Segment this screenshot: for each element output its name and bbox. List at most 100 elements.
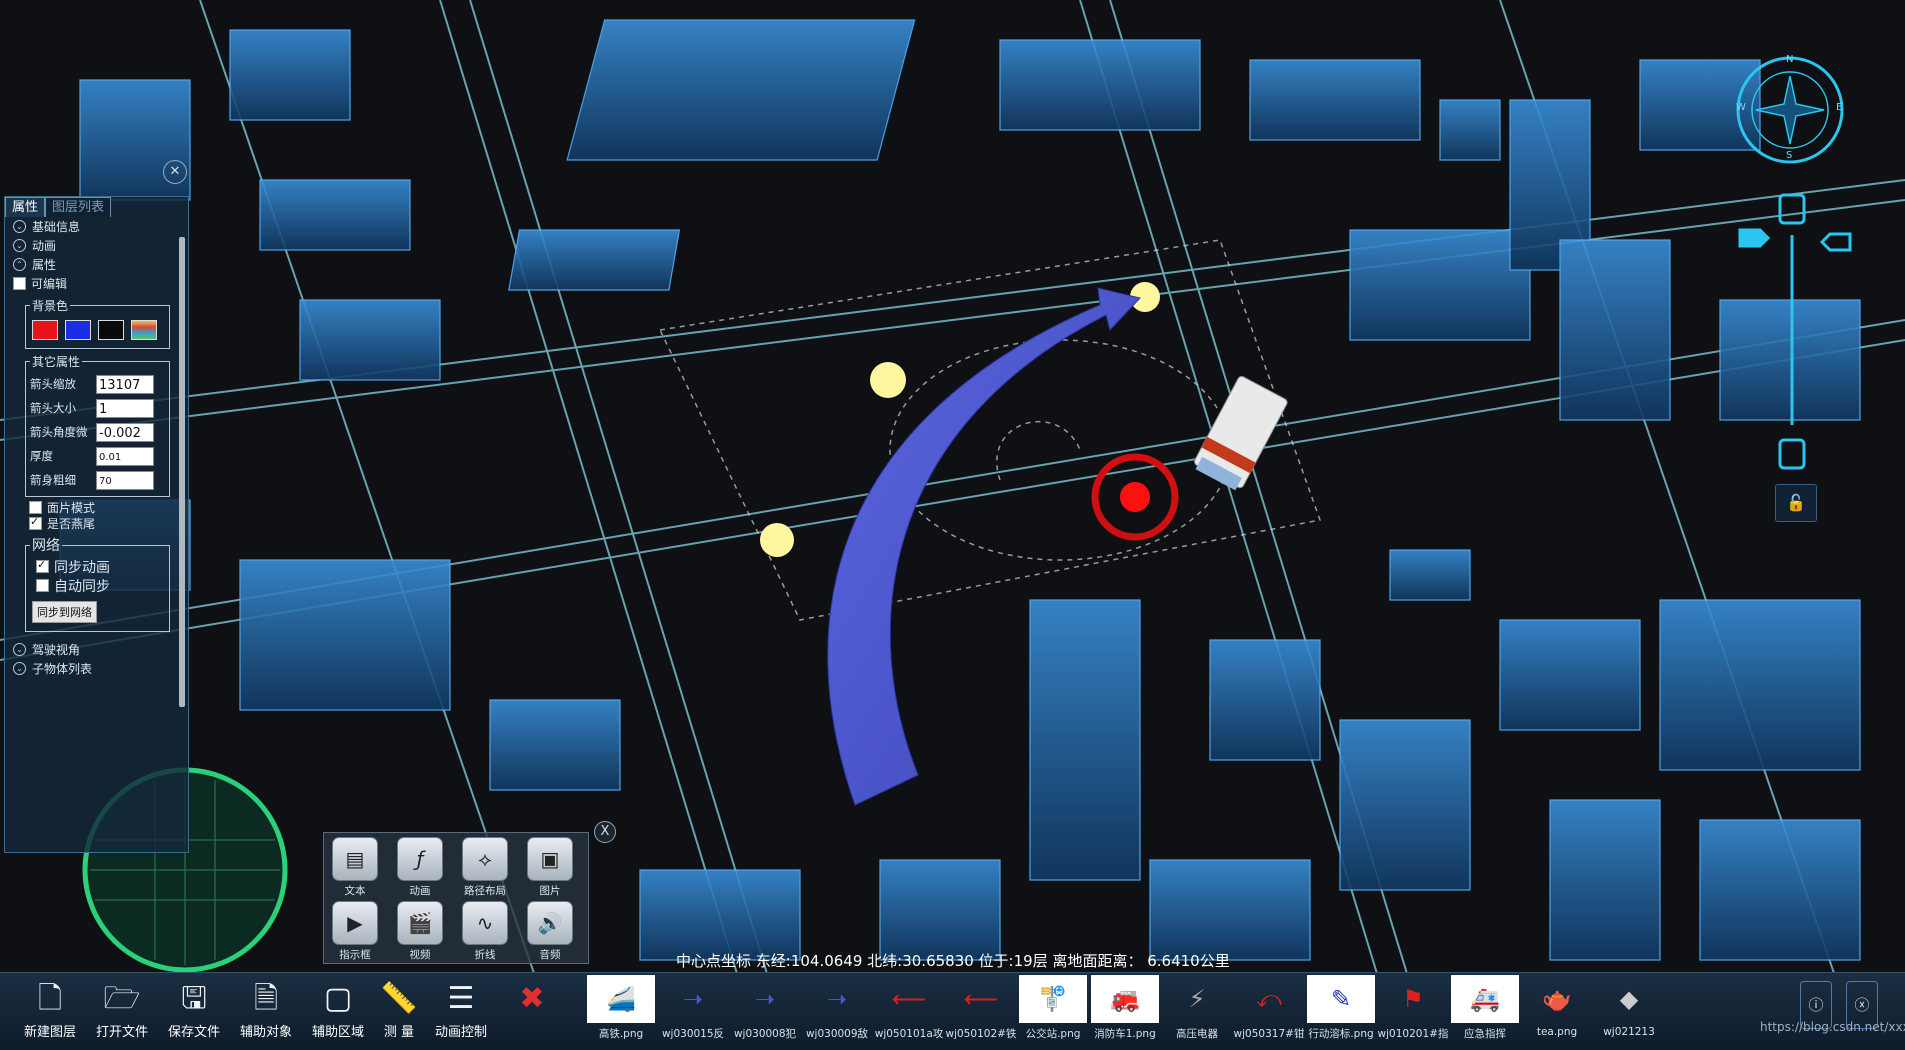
sync-animation-row[interactable]: 同步动画 bbox=[30, 557, 165, 576]
tab-properties[interactable]: 属性 bbox=[5, 197, 46, 217]
thickness-input[interactable]: 0.01 bbox=[96, 446, 154, 466]
section-basic[interactable]: ⌄ 基础信息 bbox=[5, 217, 188, 236]
section-children[interactable]: ⌄ 子物体列表 bbox=[5, 659, 188, 678]
animation-icon: ƒ bbox=[397, 837, 443, 881]
palette-polyline[interactable]: ∿ 折线 bbox=[456, 899, 514, 961]
thumb-item[interactable]: ✎ 行动溶标.png bbox=[1305, 973, 1377, 1041]
measure-button[interactable]: 📏 测 量 bbox=[364, 977, 434, 1040]
editable-row[interactable]: 可编辑 bbox=[5, 274, 188, 293]
body-width-input[interactable]: 70 bbox=[96, 470, 154, 490]
tool-palette: ▤ 文本 ƒ 动画 ⟡ 路径布局 ▣ 图片 ▶ 指示框 🎬 视频 ∿ 折线 🔊 音频 bbox=[323, 832, 589, 964]
palette-close-button[interactable]: X bbox=[594, 821, 616, 843]
compass[interactable]: N S E W bbox=[1736, 54, 1842, 162]
arrow-scale-label: 箭头缩放 bbox=[30, 377, 76, 391]
background-color-legend: 背景色 bbox=[32, 299, 69, 313]
fire-truck-icon: 🚒 bbox=[1091, 975, 1159, 1023]
indicator-icon: ▶ bbox=[332, 901, 378, 945]
thumb-item[interactable]: ◆ wj021213 bbox=[1593, 973, 1665, 1038]
swatch-palette[interactable] bbox=[131, 320, 157, 340]
palette-picture[interactable]: ▣ 图片 bbox=[521, 835, 579, 897]
thumb-item[interactable]: 🚒 消防车1.png bbox=[1089, 973, 1161, 1041]
video-icon: 🎬 bbox=[397, 901, 443, 945]
section-drive-view[interactable]: ⌄ 驾驶视角 bbox=[5, 640, 188, 659]
thumb-item[interactable]: ⤺ wj050317#钳 bbox=[1233, 973, 1305, 1041]
ruler-icon: 📏 bbox=[380, 981, 418, 1016]
new-layer-button[interactable]: 🗋 新建图层 bbox=[15, 977, 85, 1040]
arrow-icon: ⟵ bbox=[891, 985, 927, 1013]
collapse-icon: ⌃ bbox=[13, 258, 26, 271]
teapot-icon: 🫖 bbox=[1542, 985, 1572, 1013]
thumb-item[interactable]: ⟵ wj050101a攻 bbox=[873, 973, 945, 1041]
panel-scrollbar[interactable] bbox=[179, 237, 185, 707]
image-mode-checkbox[interactable] bbox=[29, 500, 42, 514]
helper-area-button[interactable]: ▢ 辅助区域 bbox=[303, 977, 373, 1040]
thumb-item[interactable]: ⟵ wj050102#铁 bbox=[945, 973, 1017, 1041]
compass-w: W bbox=[1736, 102, 1746, 113]
panel-tabs: 属性 图层列表 bbox=[5, 197, 188, 217]
expand-icon: ⌄ bbox=[13, 662, 26, 675]
lock-button[interactable]: 🔓 bbox=[1775, 484, 1817, 522]
arrow-icon: ➝ bbox=[682, 985, 704, 1013]
image-mode-row[interactable]: 面片模式 bbox=[5, 499, 188, 515]
thumb-item[interactable]: ⚑ wj010201#指 bbox=[1377, 973, 1449, 1041]
thumb-item[interactable]: ⚡ 高压电器 bbox=[1161, 973, 1233, 1041]
ambulance-icon: 🚑 bbox=[1451, 975, 1519, 1023]
palette-video[interactable]: 🎬 视频 bbox=[391, 899, 449, 961]
audio-icon: 🔊 bbox=[527, 901, 573, 945]
open-file-button[interactable]: 🗁 打开文件 bbox=[87, 977, 157, 1040]
arrow-icon: ⟵ bbox=[963, 985, 999, 1013]
bus-stop-icon: 🚏 bbox=[1019, 975, 1087, 1023]
map-view[interactable] bbox=[0, 0, 1905, 1049]
sync-animation-checkbox[interactable] bbox=[36, 558, 49, 573]
thumb-item[interactable]: 🚏 公交站.png bbox=[1017, 973, 1089, 1041]
sync-to-network-button[interactable]: 同步到网络 bbox=[32, 601, 97, 623]
animation-control-button[interactable]: ☰ 动画控制 bbox=[426, 977, 496, 1040]
save-file-button[interactable]: 🖫 保存文件 bbox=[159, 977, 229, 1040]
section-animation[interactable]: ⌄ 动画 bbox=[5, 236, 188, 255]
arrow-size-label: 箭头大小 bbox=[30, 401, 76, 415]
other-properties-group: 其它属性 箭头缩放 13107 箭头大小 1 箭头角度微 -0.002 厚度 0.01 … bbox=[25, 353, 170, 497]
arrow-scale-input[interactable]: 13107 bbox=[96, 374, 154, 394]
swallow-tail-row[interactable]: 是否燕尾 bbox=[5, 515, 188, 531]
arrow-angle-input[interactable]: -0.002 bbox=[96, 422, 154, 442]
path-icon: ⟡ bbox=[462, 837, 508, 881]
auto-sync-row[interactable]: 自动同步 bbox=[30, 576, 165, 595]
palette-animation[interactable]: ƒ 动画 bbox=[391, 835, 449, 897]
pincer-arrow-icon: ⤺ bbox=[1256, 985, 1282, 1013]
network-group: 网络 同步动画 自动同步 同步到网络 bbox=[25, 535, 170, 632]
thumb-item[interactable]: ➝ wj030015反 bbox=[657, 973, 729, 1041]
arrow-icon: ➝ bbox=[826, 985, 848, 1013]
flag-icon: ⚑ bbox=[1402, 985, 1424, 1013]
swallow-tail-checkbox[interactable] bbox=[29, 515, 42, 530]
palette-text[interactable]: ▤ 文本 bbox=[326, 835, 384, 897]
arrow-icon: ➝ bbox=[754, 985, 776, 1013]
section-attributes[interactable]: ⌃ 属性 bbox=[5, 255, 188, 274]
palette-path-layout[interactable]: ⟡ 路径布局 bbox=[456, 835, 514, 897]
delete-button[interactable]: ✖ bbox=[497, 977, 567, 1021]
arrow-size-input[interactable]: 1 bbox=[96, 398, 154, 418]
train-icon: 🚄 bbox=[587, 975, 655, 1023]
watermark: https://blog.csdn.net/xxx_1188 bbox=[1760, 1020, 1905, 1034]
object-icon: ◆ bbox=[1619, 985, 1639, 1013]
thickness-label: 厚度 bbox=[30, 449, 53, 463]
close-panel-button[interactable]: ✕ bbox=[163, 160, 187, 184]
thumb-item[interactable]: ➝ wj030008犯 bbox=[729, 973, 801, 1041]
tab-layer-list[interactable]: 图层列表 bbox=[45, 197, 112, 217]
helper-object-button[interactable]: 🗎 辅助对象 bbox=[231, 977, 301, 1040]
thumb-item[interactable]: 🚑 应急指挥 bbox=[1449, 973, 1521, 1041]
expand-icon: ⌄ bbox=[13, 239, 26, 252]
palette-audio[interactable]: 🔊 音频 bbox=[521, 899, 579, 961]
swatch-black[interactable] bbox=[98, 320, 124, 340]
animation-control-icon: ☰ bbox=[447, 981, 475, 1016]
auto-sync-checkbox[interactable] bbox=[36, 579, 49, 592]
swatch-blue[interactable] bbox=[65, 320, 91, 340]
thumb-item[interactable]: 🫖 tea.png bbox=[1521, 973, 1593, 1038]
thumb-item[interactable]: ➝ wj030009敌 bbox=[801, 973, 873, 1041]
picture-icon: ▣ bbox=[527, 837, 573, 881]
document-icon: ▤ bbox=[332, 837, 378, 881]
thumb-item[interactable]: 🚄 高铁.png bbox=[585, 973, 657, 1041]
property-panel: 属性 图层列表 ⌄ 基础信息 ⌄ 动画 ⌃ 属性 可编辑 背景色 其它属性 箭头缩放 1… bbox=[4, 196, 189, 853]
palette-indicator[interactable]: ▶ 指示框 bbox=[326, 899, 384, 961]
editable-checkbox[interactable] bbox=[13, 277, 26, 290]
swatch-red[interactable] bbox=[32, 320, 58, 340]
